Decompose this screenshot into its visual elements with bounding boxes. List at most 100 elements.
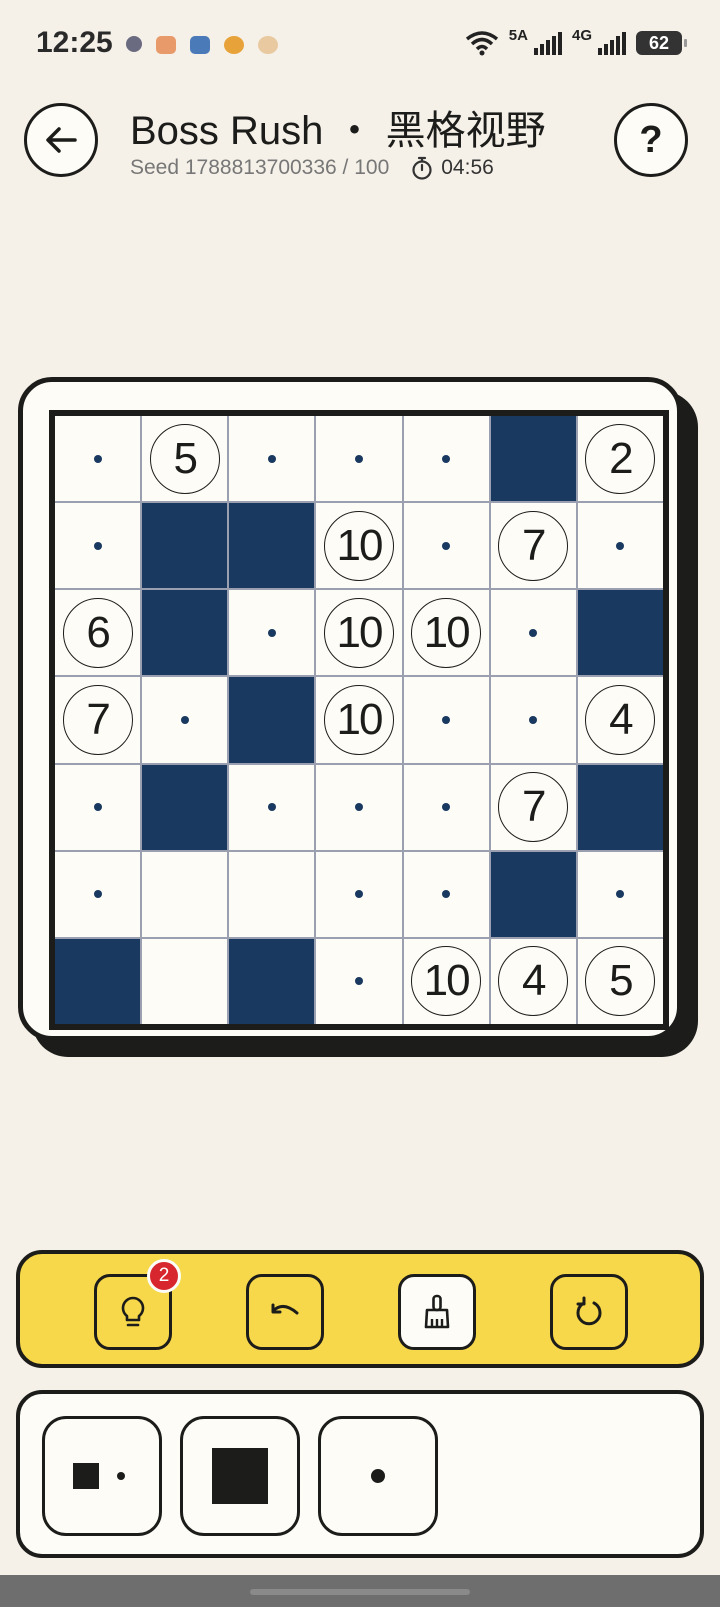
- clue-number: 7: [498, 510, 569, 581]
- seed-label: Seed 1788813700336 / 100: [130, 156, 390, 179]
- network-label: 5A: [508, 26, 528, 44]
- clue-number: 10: [411, 597, 482, 668]
- grid-cell-dot[interactable]: [403, 851, 489, 937]
- grid-cell-dot[interactable]: [55, 503, 141, 589]
- grid-cell-dot[interactable]: [403, 503, 489, 589]
- grid-cell-clue[interactable]: 5: [577, 938, 663, 1024]
- grid-cell-dot[interactable]: [403, 764, 489, 850]
- grid-cell-filled[interactable]: [142, 764, 228, 850]
- grid-cell-empty[interactable]: [142, 938, 228, 1024]
- clue-number: 7: [498, 772, 569, 843]
- subtitle: Seed 1788813700336 / 100 04:56: [130, 156, 494, 180]
- restart-button[interactable]: [550, 1274, 628, 1350]
- grid-cell-dot[interactable]: [316, 764, 402, 850]
- grid-cell-dot[interactable]: [403, 416, 489, 502]
- clear-button[interactable]: [398, 1274, 476, 1350]
- clue-number: 2: [585, 423, 656, 494]
- grid-cell-clue[interactable]: 10: [403, 938, 489, 1024]
- grid-cell-clue[interactable]: 10: [403, 590, 489, 676]
- grid-cell-filled[interactable]: [577, 590, 663, 676]
- grid-cell-clue[interactable]: 6: [55, 590, 141, 676]
- dot-mode-button[interactable]: [318, 1416, 438, 1536]
- grid-cell-clue[interactable]: 7: [55, 677, 141, 763]
- grid-cell-dot[interactable]: [55, 851, 141, 937]
- grid-cell-dot[interactable]: [316, 938, 402, 1024]
- grid-cell-empty[interactable]: [142, 851, 228, 937]
- status-indicators: 5A 4G 62: [465, 26, 687, 56]
- clue-number: 10: [323, 684, 394, 755]
- grid-cell-dot[interactable]: [55, 416, 141, 502]
- notification-icon: [156, 36, 176, 54]
- fill-mode-button[interactable]: [180, 1416, 300, 1536]
- clue-number: 10: [411, 946, 482, 1017]
- grid-cell-clue[interactable]: 5: [142, 416, 228, 502]
- clue-number: 6: [62, 597, 133, 668]
- square-dot-mode-icon: [73, 1463, 125, 1489]
- dot-mark: [442, 803, 451, 812]
- dot-mark: [180, 715, 189, 724]
- grid-cell-dot[interactable]: [403, 677, 489, 763]
- timer-value: 04:56: [441, 156, 494, 179]
- grid-cell-clue[interactable]: 10: [316, 503, 402, 589]
- network-label: 4G: [571, 26, 592, 44]
- grid-cell-empty[interactable]: [229, 851, 315, 937]
- clue-number: 4: [498, 946, 569, 1017]
- help-icon: ?: [639, 118, 663, 161]
- dot-mode-icon: [371, 1469, 385, 1483]
- clue-number: 5: [585, 946, 656, 1017]
- grid-cell-dot[interactable]: [229, 764, 315, 850]
- grid-cell-filled[interactable]: [142, 590, 228, 676]
- battery-icon: 62: [636, 31, 687, 55]
- grid-cell-dot[interactable]: [142, 677, 228, 763]
- dot-mark: [93, 803, 102, 812]
- grid-cell-filled[interactable]: [577, 764, 663, 850]
- grid-cell-clue[interactable]: 7: [490, 764, 576, 850]
- lightbulb-icon: [121, 1296, 145, 1327]
- grid-cell-dot[interactable]: [55, 764, 141, 850]
- grid-cell-dot[interactable]: [316, 851, 402, 937]
- clue-number: 5: [149, 423, 220, 494]
- square-dot-mode-button[interactable]: [42, 1416, 162, 1536]
- clue-number: 10: [323, 597, 394, 668]
- dot-mark: [616, 541, 625, 550]
- home-handle[interactable]: [250, 1589, 470, 1595]
- grid-cell-clue[interactable]: 10: [316, 677, 402, 763]
- dot-mark: [267, 454, 276, 463]
- help-button[interactable]: ?: [614, 103, 688, 177]
- clue-number: 4: [585, 684, 656, 755]
- grid-cell-filled[interactable]: [490, 851, 576, 937]
- hint-button[interactable]: 2: [94, 1259, 181, 1350]
- grid-cell-clue[interactable]: 7: [490, 503, 576, 589]
- grid-cell-dot[interactable]: [229, 590, 315, 676]
- grid-cell-filled[interactable]: [142, 503, 228, 589]
- undo-button[interactable]: [246, 1274, 324, 1350]
- dot-mark: [93, 890, 102, 899]
- grid-cell-clue[interactable]: 10: [316, 590, 402, 676]
- notification-icon: [224, 36, 244, 54]
- grid-cell-dot[interactable]: [577, 503, 663, 589]
- grid-cell-clue[interactable]: 4: [490, 938, 576, 1024]
- grid-cell-dot[interactable]: [490, 590, 576, 676]
- timer: 04:56: [411, 156, 494, 180]
- dot-mark: [93, 454, 102, 463]
- notification-icon: [126, 36, 142, 52]
- grid-cell-filled[interactable]: [229, 938, 315, 1024]
- grid-cell-filled[interactable]: [490, 416, 576, 502]
- dot-mark: [93, 541, 102, 550]
- back-button[interactable]: [24, 103, 98, 177]
- grid-cell-dot[interactable]: [316, 416, 402, 502]
- dot-mark: [529, 628, 538, 637]
- grid-cell-dot[interactable]: [577, 851, 663, 937]
- broom-icon: [424, 1294, 450, 1329]
- grid-cell-dot[interactable]: [490, 677, 576, 763]
- notification-icons: [126, 36, 278, 54]
- grid-cell-clue[interactable]: 4: [577, 677, 663, 763]
- grid-cell-clue[interactable]: 2: [577, 416, 663, 502]
- grid-cell-filled[interactable]: [55, 938, 141, 1024]
- status-bar: 12:25 5A 4G 62: [0, 0, 720, 90]
- undo-icon: [271, 1303, 299, 1315]
- grid-cell-filled[interactable]: [229, 503, 315, 589]
- hint-count-badge: 2: [147, 1259, 181, 1293]
- grid-cell-filled[interactable]: [229, 677, 315, 763]
- grid-cell-dot[interactable]: [229, 416, 315, 502]
